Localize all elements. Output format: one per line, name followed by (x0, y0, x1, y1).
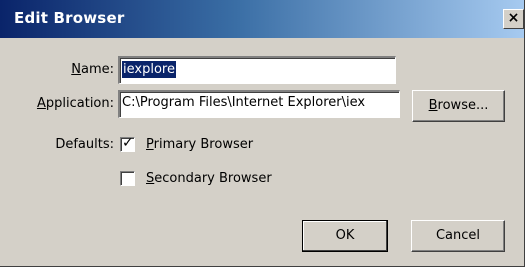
name-value: iexplore (122, 61, 176, 78)
checkmark-icon: ✓ (122, 135, 134, 151)
secondary-label-rest: econdary Browser (154, 171, 272, 186)
primary-browser-checkbox[interactable]: ✓ (120, 135, 135, 152)
secondary-browser-checkbox[interactable] (120, 171, 135, 186)
edit-browser-dialog: Edit Browser × Name: iexplore Applicatio… (0, 0, 525, 267)
title-bar: Edit Browser × (0, 0, 524, 38)
primary-label-rest: rimary Browser (153, 137, 254, 152)
name-label: Name: (58, 62, 114, 77)
close-button[interactable]: × (503, 9, 524, 29)
primary-mnemonic: P (146, 137, 154, 152)
name-field[interactable]: iexplore (118, 56, 396, 84)
close-icon: × (507, 10, 520, 26)
browse-label-rest: rowse... (437, 98, 489, 113)
application-field[interactable]: C:\Program Files\Internet Explorer\iex (118, 90, 400, 118)
defaults-label: Defaults: (55, 137, 114, 152)
primary-browser-label[interactable]: Primary Browser (146, 137, 253, 152)
application-value: C:\Program Files\Internet Explorer\iex (122, 95, 366, 110)
application-label: Application: (20, 96, 114, 111)
ok-button[interactable]: OK (302, 220, 388, 252)
name-label-mnemonic: N (71, 62, 81, 77)
browse-button[interactable]: Browse... (412, 90, 505, 122)
cancel-button[interactable]: Cancel (411, 220, 505, 252)
dialog-title: Edit Browser (14, 9, 125, 27)
browse-mnemonic: B (428, 98, 438, 113)
application-label-mnemonic: A (36, 96, 46, 111)
application-label-rest: pplication: (45, 96, 114, 111)
secondary-browser-label[interactable]: Secondary Browser (146, 171, 272, 186)
name-label-rest: ame: (80, 62, 114, 77)
